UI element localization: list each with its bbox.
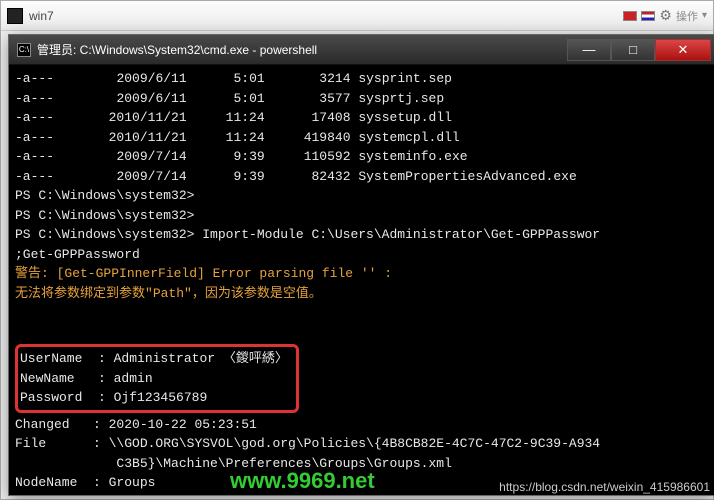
- result-line: Cpassword : dyWsIUGhfPm7RGGzYLz+Y9f8mTi+…: [15, 495, 436, 496]
- gear-icon[interactable]: ⚙: [659, 7, 672, 24]
- cmd-titlebar[interactable]: C:\ 管理员: C:\Windows\System32\cmd.exe - p…: [9, 35, 714, 65]
- result-line: Changed : 2020-10-22 05:23:51: [15, 417, 257, 432]
- watermark-csdn: https://blog.csdn.net/weixin_415986601: [499, 480, 710, 494]
- prompt-line: PS C:\Windows\system32>: [15, 208, 194, 223]
- prompt-line: PS C:\Windows\system32>: [15, 188, 194, 203]
- prompt-line: PS C:\Windows\system32> Import-Module C:…: [15, 227, 600, 242]
- result-line: File : \\GOD.ORG\SYSVOL\god.org\Policies…: [15, 436, 600, 451]
- prompt-line: ;Get-GPPPassword: [15, 247, 140, 262]
- outer-titlebar[interactable]: win7 ⚙ 操作 ▾: [1, 1, 713, 31]
- file-row: -a--- 2009/6/11 5:01 3577 sysprtj.sep: [15, 91, 444, 106]
- cmd-window: C:\ 管理员: C:\Windows\System32\cmd.exe - p…: [8, 34, 714, 496]
- file-row: -a--- 2009/7/14 9:39 110592 systeminfo.e…: [15, 149, 468, 164]
- outer-toolbar: ⚙ 操作 ▾: [623, 7, 707, 24]
- ops-label[interactable]: 操作: [676, 8, 698, 24]
- file-row: -a--- 2009/7/14 9:39 82432 SystemPropert…: [15, 169, 577, 184]
- chevron-down-icon[interactable]: ▾: [702, 10, 707, 21]
- result-line: NodeName : Groups: [15, 475, 155, 490]
- warning-line: 无法将参数绑定到参数"Path"，因为该参数是空值。: [15, 286, 322, 301]
- file-row: -a--- 2010/11/21 11:24 17408 syssetup.dl…: [15, 110, 452, 125]
- window-icon: [7, 8, 23, 24]
- cmd-icon: C:\: [17, 43, 31, 57]
- cmd-title: 管理员: C:\Windows\System32\cmd.exe - power…: [37, 41, 567, 58]
- flag-cn-icon[interactable]: [623, 11, 637, 21]
- close-button[interactable]: ✕: [655, 39, 711, 61]
- watermark-9969: www.9969.net: [230, 468, 375, 494]
- file-row: -a--- 2010/11/21 11:24 419840 systemcpl.…: [15, 130, 460, 145]
- terminal-output[interactable]: -a--- 2009/6/11 5:01 3214 sysprint.sep -…: [9, 65, 714, 495]
- credentials-box: UserName : Administrator 〈鍐呯綉〉 NewName :…: [15, 344, 299, 413]
- minimize-button[interactable]: —: [567, 39, 611, 61]
- maximize-button[interactable]: □: [611, 39, 655, 61]
- outer-title: win7: [29, 9, 623, 23]
- flag-us-icon[interactable]: [641, 11, 655, 21]
- file-row: -a--- 2009/6/11 5:01 3214 sysprint.sep: [15, 71, 452, 86]
- warning-line: 警告: [Get-GPPInnerField] Error parsing fi…: [15, 266, 392, 281]
